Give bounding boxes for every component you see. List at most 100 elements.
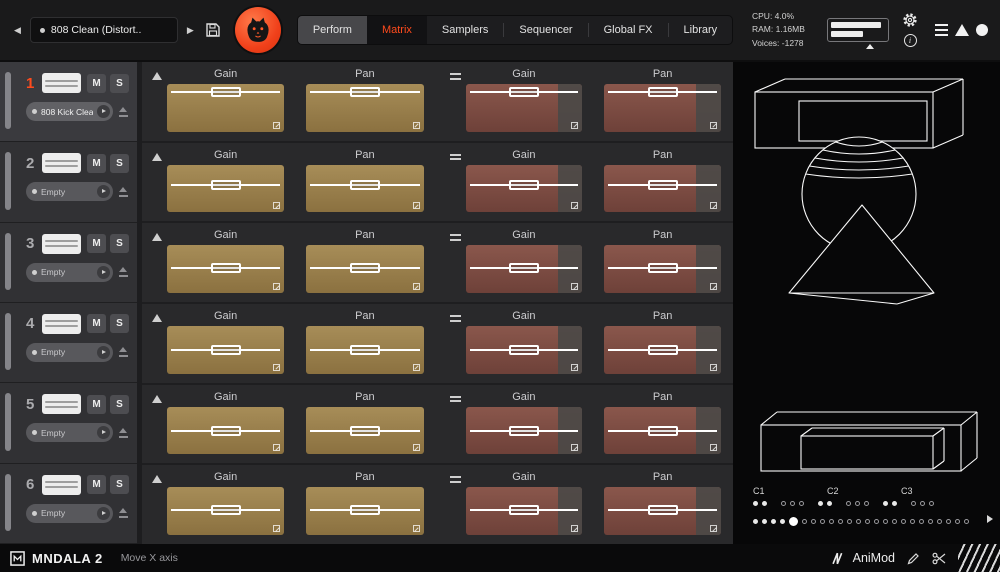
slider-handle[interactable] [648, 505, 678, 515]
key-dot[interactable] [883, 501, 888, 506]
key-dot[interactable] [919, 519, 924, 524]
preset-next-button[interactable]: ▶ [187, 25, 194, 36]
matrix-cell-pan[interactable] [306, 84, 423, 132]
preset-open-icon[interactable] [97, 507, 110, 520]
key-dot[interactable] [864, 501, 869, 506]
preset-open-icon[interactable] [97, 346, 110, 359]
key-dot[interactable] [928, 519, 933, 524]
eject-icon[interactable] [118, 267, 129, 277]
triangle-mode-icon[interactable] [152, 314, 162, 322]
matrix-cell-pan[interactable] [604, 165, 721, 213]
key-dot[interactable] [929, 501, 934, 506]
slider-handle[interactable] [509, 426, 539, 436]
expand-icon[interactable] [413, 525, 420, 532]
expand-icon[interactable] [413, 283, 420, 290]
key-dot[interactable] [874, 519, 879, 524]
preset-open-icon[interactable] [97, 266, 110, 279]
key-dot[interactable] [910, 519, 915, 524]
key-dot[interactable] [829, 519, 834, 524]
key-dot[interactable] [892, 519, 897, 524]
scissors-icon[interactable] [932, 552, 946, 565]
resize-grip[interactable] [958, 544, 1000, 572]
triangle-mode-icon[interactable] [152, 233, 162, 241]
mute-button[interactable]: M [87, 74, 106, 93]
lines-mode-icon[interactable] [450, 476, 461, 535]
mute-button[interactable]: M [87, 395, 106, 414]
matrix-cell-gain[interactable] [167, 245, 284, 293]
matrix-cell-pan[interactable] [604, 245, 721, 293]
track-fader[interactable] [42, 153, 81, 173]
tab-matrix[interactable]: Matrix [367, 16, 427, 44]
key-dot[interactable] [753, 501, 758, 506]
matrix-cell-pan[interactable] [604, 326, 721, 374]
matrix-cell-gain[interactable] [167, 326, 284, 374]
matrix-cell-gain[interactable] [167, 165, 284, 213]
slider-handle[interactable] [509, 87, 539, 97]
triangle-mode-icon[interactable] [152, 475, 162, 483]
solo-button[interactable]: S [110, 314, 129, 333]
key-dot[interactable] [855, 501, 860, 506]
settings-gear-icon[interactable] [902, 12, 918, 28]
expand-icon[interactable] [710, 122, 717, 129]
key-dot[interactable] [920, 501, 925, 506]
preset-selector[interactable]: 808 Clean (Distort.. [30, 17, 178, 43]
key-dot[interactable] [847, 519, 852, 524]
lines-mode-icon[interactable] [450, 315, 461, 374]
key-dot[interactable] [780, 519, 785, 524]
expand-icon[interactable] [571, 122, 578, 129]
expand-icon[interactable] [710, 525, 717, 532]
expand-icon[interactable] [571, 202, 578, 209]
eject-icon[interactable] [118, 347, 129, 357]
preset-prev-button[interactable]: ◀ [14, 25, 21, 36]
matrix-cell-gain[interactable] [466, 487, 583, 535]
key-dot[interactable] [820, 519, 825, 524]
slider-handle[interactable] [648, 345, 678, 355]
key-dot[interactable] [827, 501, 832, 506]
expand-icon[interactable] [571, 444, 578, 451]
expand-icon[interactable] [273, 364, 280, 371]
key-dot[interactable] [789, 517, 798, 526]
key-dot[interactable] [901, 519, 906, 524]
triangle-mode-icon[interactable] [152, 72, 162, 80]
track-preset-dropdown[interactable]: 808 Kick Clean [26, 102, 113, 121]
expand-icon[interactable] [710, 444, 717, 451]
slider-handle[interactable] [648, 87, 678, 97]
expand-icon[interactable] [273, 122, 280, 129]
matrix-cell-gain[interactable] [167, 487, 284, 535]
slider-handle[interactable] [211, 505, 241, 515]
mute-button[interactable]: M [87, 314, 106, 333]
matrix-cell-gain[interactable] [167, 407, 284, 455]
slider-handle[interactable] [211, 180, 241, 190]
key-dot[interactable] [790, 501, 795, 506]
tab-perform[interactable]: Perform [298, 16, 367, 44]
matrix-cell-pan[interactable] [306, 326, 423, 374]
slider-handle[interactable] [350, 345, 380, 355]
preset-open-icon[interactable] [97, 426, 110, 439]
expand-icon[interactable] [571, 364, 578, 371]
key-dot[interactable] [865, 519, 870, 524]
key-dot[interactable] [818, 501, 823, 506]
matrix-cell-pan[interactable] [306, 487, 423, 535]
key-dot[interactable] [946, 519, 951, 524]
output-meter[interactable] [827, 18, 889, 42]
track-fader[interactable] [42, 394, 81, 414]
pen-icon[interactable] [907, 552, 920, 565]
info-icon[interactable]: i [904, 34, 917, 47]
solo-button[interactable]: S [110, 475, 129, 494]
eject-icon[interactable] [118, 428, 129, 438]
solo-button[interactable]: S [110, 395, 129, 414]
mute-button[interactable]: M [87, 475, 106, 494]
expand-icon[interactable] [571, 283, 578, 290]
track-preset-dropdown[interactable]: Empty [26, 182, 113, 201]
solo-button[interactable]: S [110, 154, 129, 173]
matrix-cell-pan[interactable] [306, 407, 423, 455]
track-fader[interactable] [42, 475, 81, 495]
key-dot[interactable] [937, 519, 942, 524]
slider-handle[interactable] [350, 426, 380, 436]
eject-icon[interactable] [118, 508, 129, 518]
expand-icon[interactable] [413, 122, 420, 129]
track-preset-dropdown[interactable]: Empty [26, 504, 113, 523]
matrix-cell-pan[interactable] [604, 84, 721, 132]
expand-icon[interactable] [273, 202, 280, 209]
track-preset-dropdown[interactable]: Empty [26, 423, 113, 442]
